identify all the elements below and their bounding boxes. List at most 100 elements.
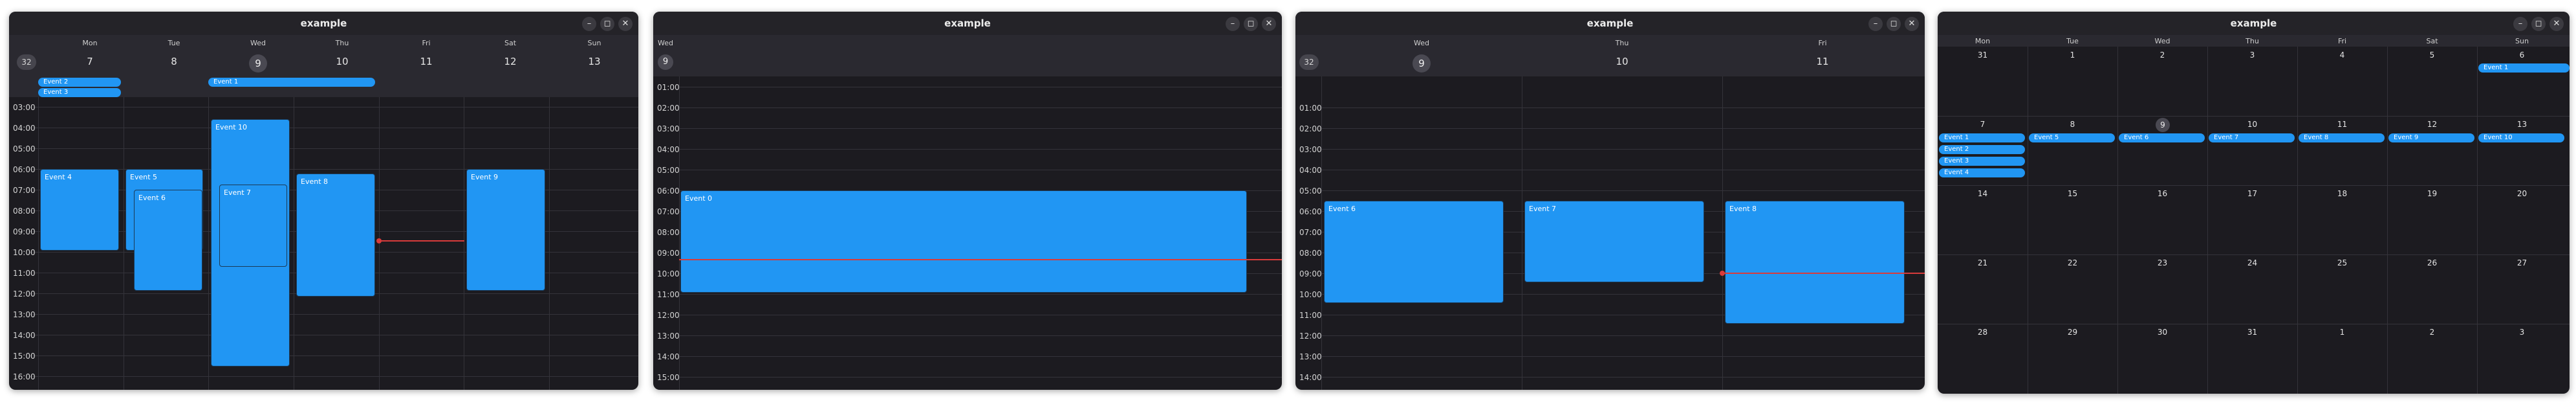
day-number[interactable]: 7 (48, 56, 132, 67)
month-event[interactable]: Event 4 (1939, 168, 2025, 177)
day-number[interactable]: 11 (1722, 56, 1923, 67)
month-day-number[interactable]: 1 (2028, 51, 2117, 60)
month-day-number[interactable]: 31 (1938, 51, 2028, 60)
event-block[interactable]: Event 6 (134, 190, 202, 291)
minimize-button[interactable]: – (2513, 17, 2527, 31)
month-day-number[interactable]: 4 (2297, 51, 2387, 60)
hour-label: 15:00 (13, 352, 36, 361)
maximize-button[interactable]: ◻ (2531, 17, 2546, 31)
month-day-number[interactable]: 28 (1938, 328, 2028, 337)
month-event[interactable]: Event 9 (2388, 133, 2474, 142)
hour-label: 05:00 (13, 144, 36, 153)
today-day-number[interactable]: 9 (249, 54, 267, 73)
day-view-window: example – ◻ ✕ Wed 9 01:00 02:00 03:00 04… (653, 12, 1282, 390)
event-block[interactable]: Event 7 (219, 185, 287, 267)
event-block[interactable]: Event 0 (680, 190, 1247, 293)
minimize-button[interactable]: – (1868, 17, 1883, 31)
month-day-number[interactable]: 7 (1938, 120, 2028, 129)
day-number[interactable]: 11 (384, 56, 468, 67)
month-event[interactable]: Event 2 (1939, 145, 2025, 154)
allday-event[interactable]: Event 2 (38, 78, 121, 87)
day-number[interactable]: 8 (132, 56, 216, 67)
month-day-number[interactable]: 10 (2207, 120, 2297, 129)
month-day-number[interactable]: 11 (2297, 120, 2387, 129)
month-day-number[interactable]: 26 (2387, 258, 2477, 267)
day-number[interactable]: 10 (300, 56, 384, 67)
month-day-number[interactable]: 12 (2387, 120, 2477, 129)
week-number-badge: 32 (1299, 54, 1319, 70)
today-day-number[interactable]: 9 (2156, 118, 2170, 132)
hour-label: 03:00 (657, 124, 680, 133)
day-number[interactable]: 10 (1522, 56, 1722, 67)
allday-event[interactable]: Event 3 (38, 88, 121, 97)
today-day-number[interactable]: 9 (658, 54, 673, 70)
close-button[interactable]: ✕ (2549, 17, 2564, 31)
month-day-number[interactable]: 20 (2477, 189, 2567, 198)
month-event[interactable]: Event 7 (2209, 133, 2295, 142)
month-day-number[interactable]: 8 (2028, 120, 2117, 129)
hour-label: 12:00 (13, 289, 36, 299)
month-day-number[interactable]: 23 (2117, 258, 2207, 267)
month-day-number[interactable]: 22 (2028, 258, 2117, 267)
minimize-button[interactable]: – (582, 17, 596, 31)
event-block[interactable]: Event 8 (1725, 201, 1905, 324)
window-title: example (9, 12, 638, 35)
maximize-button[interactable]: ◻ (1244, 17, 1258, 31)
hour-label: 15:00 (657, 373, 680, 382)
month-day-number[interactable]: 19 (2387, 189, 2477, 198)
hour-label: 06:00 (1299, 207, 1322, 216)
month-day-number[interactable]: 24 (2207, 258, 2297, 267)
month-day-number[interactable]: 25 (2297, 258, 2387, 267)
month-day-number[interactable]: 6 (2477, 51, 2567, 60)
month-view-window: example – ◻ ✕ Mon Tue Wed Thu Fri Sat Su… (1938, 12, 2570, 394)
month-day-number[interactable]: 15 (2028, 189, 2117, 198)
event-block[interactable]: Event 6 (1324, 201, 1504, 303)
month-day-number[interactable]: 29 (2028, 328, 2117, 337)
allday-event[interactable]: Event 1 (208, 78, 375, 87)
hour-label: 16:00 (13, 372, 36, 381)
event-block[interactable]: Event 7 (1524, 201, 1704, 282)
maximize-button[interactable]: ◻ (1887, 17, 1901, 31)
month-event[interactable]: Event 10 (2478, 133, 2564, 142)
hour-label: 10:00 (13, 248, 36, 257)
month-event[interactable]: Event 3 (1939, 157, 2025, 166)
month-event[interactable]: Event 5 (2029, 133, 2115, 142)
day-number[interactable]: 13 (552, 56, 636, 67)
month-day-number[interactable]: 16 (2117, 189, 2207, 198)
month-event[interactable]: Event 1 (2478, 63, 2570, 73)
week-time-grid: 03:00 04:00 05:00 06:00 07:00 08:00 09:0… (9, 97, 638, 390)
month-day-number[interactable]: 14 (1938, 189, 2028, 198)
event-block[interactable]: Event 8 (296, 174, 375, 297)
month-day-number[interactable]: 13 (2477, 120, 2567, 129)
month-day-number[interactable]: 31 (2207, 328, 2297, 337)
day-name: Fri (1818, 39, 1827, 47)
month-day-number[interactable]: 5 (2387, 51, 2477, 60)
event-block[interactable]: Event 9 (466, 169, 545, 291)
month-day-number[interactable]: 18 (2297, 189, 2387, 198)
month-day-number[interactable]: 17 (2207, 189, 2297, 198)
close-button[interactable]: ✕ (618, 17, 633, 31)
month-day-number[interactable]: 2 (2117, 51, 2207, 60)
month-day-number[interactable]: 1 (2297, 328, 2387, 337)
month-day-number[interactable]: 27 (2477, 258, 2567, 267)
day-name: Wed (250, 39, 266, 47)
month-day-number[interactable]: 3 (2207, 51, 2297, 60)
month-day-number[interactable]: 3 (2477, 328, 2567, 337)
hour-label: 11:00 (1299, 311, 1322, 320)
month-event[interactable]: Event 8 (2299, 133, 2385, 142)
month-event[interactable]: Event 1 (1939, 133, 2025, 142)
month-event[interactable]: Event 6 (2119, 133, 2205, 142)
hour-label: 14:00 (657, 352, 680, 361)
event-block[interactable]: Event 4 (40, 169, 119, 251)
close-button[interactable]: ✕ (1262, 17, 1276, 31)
close-button[interactable]: ✕ (1905, 17, 1919, 31)
month-day-number[interactable]: 21 (1938, 258, 2028, 267)
month-day-number[interactable]: 30 (2117, 328, 2207, 337)
day-number[interactable]: 12 (468, 56, 552, 67)
day-name: Thu (1615, 39, 1629, 47)
month-day-number[interactable]: 2 (2387, 328, 2477, 337)
today-day-number[interactable]: 9 (1412, 54, 1431, 73)
maximize-button[interactable]: ◻ (600, 17, 614, 31)
minimize-button[interactable]: – (1226, 17, 1240, 31)
hour-label: 10:00 (1299, 290, 1322, 299)
